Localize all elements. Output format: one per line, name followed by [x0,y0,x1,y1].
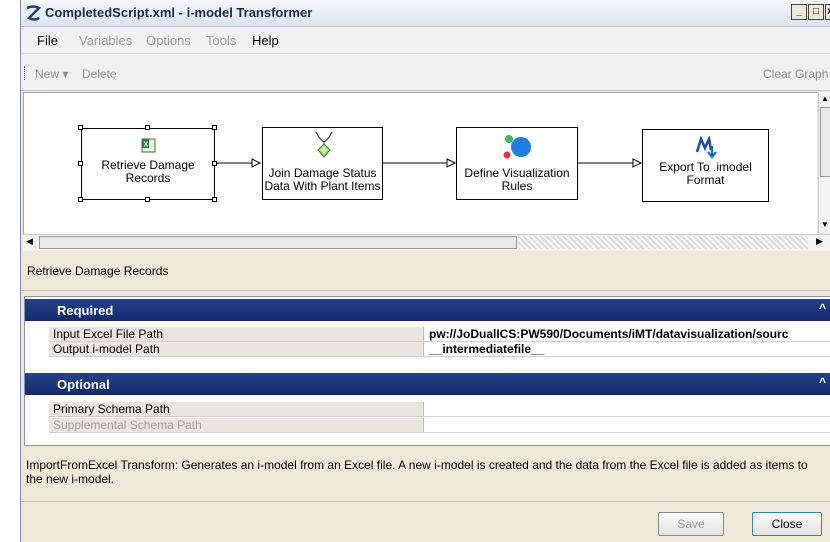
transform-description: ImportFromExcel Transform: Generates an … [26,458,808,486]
menu-help[interactable]: Help [252,33,279,48]
toolbar: New ▾ Delete Clear Graph [21,54,830,91]
clear-graph-button[interactable]: Clear Graph [763,67,828,81]
node-label: Export To .imodel Format [659,160,752,187]
property-grid: Required ^ Input Excel File Path pw://Jo… [24,296,830,446]
color-rules-icon [503,135,531,159]
menu-file[interactable]: File [37,33,58,48]
category-title: Optional [57,377,110,392]
graph-node-join-damage-status[interactable]: Join Damage Status Data With Plant Items [262,127,383,200]
connector-arrow-icon [446,158,457,168]
node-label: Define Visualization Rules [464,166,570,193]
connector-arrow-icon [251,158,262,168]
scroll-up-icon[interactable]: ▲ [821,94,829,103]
selection-handle[interactable] [212,125,217,130]
menu-tools[interactable]: Tools [206,33,236,48]
export-icon [695,136,717,159]
selected-node-title: Retrieve Damage Records [27,264,169,278]
graph-node-export-imodel[interactable]: Export To .imodel Format [642,129,769,202]
property-row-primary-schema-path[interactable]: Primary Schema Path [49,402,830,417]
selection-handle[interactable] [145,125,150,130]
category-header-optional[interactable]: Optional ^ [25,373,830,395]
delete-button[interactable]: Delete [82,67,117,81]
selection-handle[interactable] [78,161,83,166]
maximize-button[interactable]: □ [808,4,824,20]
property-name: Supplemental Schema Path [49,418,424,432]
window-title: CompletedScript.xml - i-model Transforme… [45,5,313,20]
property-value-input[interactable]: pw://JoDualICS:PW590/Documents/iMT/datav… [427,327,830,341]
property-name: Input Excel File Path [49,327,424,341]
property-name: Output i-model Path [49,342,424,356]
selection-handle[interactable] [212,197,217,202]
node-label: Retrieve Damage Records [101,158,195,185]
property-row-input-excel-file-path[interactable]: Input Excel File Path pw://JoDualICS:PW5… [49,327,830,342]
selection-handle[interactable] [78,125,83,130]
collapse-icon[interactable]: ^ [819,301,826,315]
scroll-thumb[interactable] [39,236,517,249]
close-window-button[interactable]: x [825,4,830,20]
close-button[interactable]: Close [752,512,822,536]
graph-horizontal-scrollbar[interactable]: ◀ ▶ [23,234,830,251]
scroll-thumb[interactable] [820,107,830,177]
scroll-track[interactable] [518,236,808,249]
merge-icon [315,131,333,158]
chevron-down-icon: ▾ [62,67,69,81]
property-value-input[interactable] [427,418,830,432]
scroll-down-icon[interactable]: ▼ [821,220,829,229]
new-button[interactable]: New ▾ [35,67,68,81]
menu-bar: File Variables Options Tools Help [21,27,830,54]
divider [21,501,830,502]
title-bar[interactable]: CompletedScript.xml - i-model Transforme… [21,0,830,27]
graph-vertical-scrollbar[interactable]: ▲ ▼ [818,92,830,233]
category-title: Required [57,303,114,318]
excel-icon: X [141,138,156,153]
menu-variables[interactable]: Variables [79,33,132,48]
property-value-input[interactable]: __intermediatefile__ [427,342,830,356]
property-row-output-imodel-path[interactable]: Output i-model Path __intermediatefile__ [49,342,830,357]
app-logo-icon [26,5,41,21]
graph-node-define-visualization-rules[interactable]: Define Visualization Rules [456,127,578,200]
graph-node-retrieve-damage-records[interactable]: X Retrieve Damage Records [81,128,215,200]
category-header-required[interactable]: Required ^ [25,299,830,321]
selection-handle[interactable] [78,197,83,202]
property-name: Primary Schema Path [49,402,424,416]
node-label: Join Damage Status Data With Plant Items [264,166,381,193]
graph-canvas[interactable]: X Retrieve Damage Records Join Damage St… [23,92,817,235]
selection-handle[interactable] [212,161,217,166]
scroll-left-icon[interactable]: ◀ [26,236,33,247]
scroll-right-icon[interactable]: ▶ [816,236,823,247]
toolbar-grip[interactable] [24,66,26,80]
svg-text:X: X [144,142,149,149]
divider [21,290,830,291]
minimize-button[interactable]: _ [791,4,807,20]
app-window: CompletedScript.xml - i-model Transforme… [20,0,830,542]
connector-arrow-icon [632,158,643,168]
collapse-icon[interactable]: ^ [819,375,826,389]
property-row-supplemental-schema-path[interactable]: Supplemental Schema Path [49,418,830,433]
new-label: New [35,67,60,81]
save-button[interactable]: Save [658,512,724,536]
menu-options[interactable]: Options [146,33,191,48]
property-value-input[interactable] [427,402,830,416]
selection-handle[interactable] [145,197,150,202]
